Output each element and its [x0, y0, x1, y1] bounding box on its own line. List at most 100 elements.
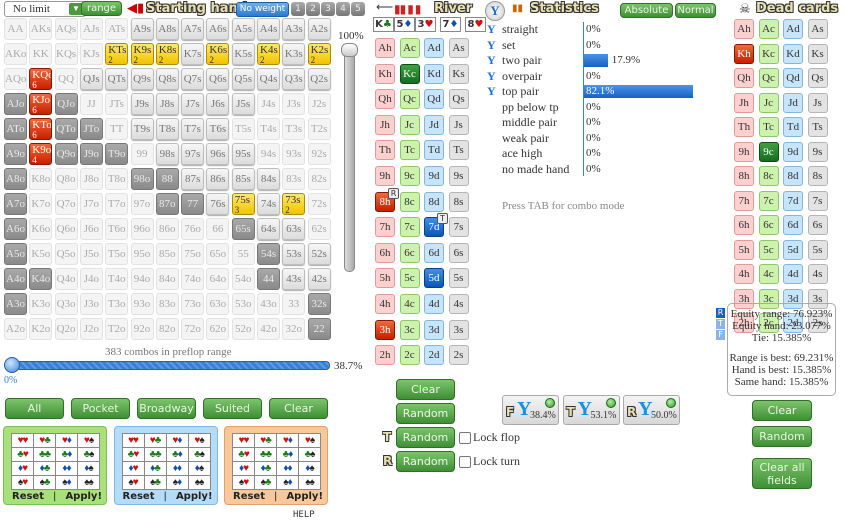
- range-cell[interactable]: T7o: [105, 193, 129, 215]
- board-card-slot[interactable]: 3♥: [415, 17, 436, 32]
- range-cell[interactable]: 44: [257, 268, 280, 290]
- range-cell[interactable]: K6s 2: [206, 43, 230, 65]
- suit-combo-hc[interactable]: ♥♣: [33, 433, 56, 448]
- board-card-6d[interactable]: 6d: [424, 242, 444, 263]
- range-cell[interactable]: Q7o: [54, 193, 78, 215]
- range-cell[interactable]: KJs: [79, 43, 103, 65]
- suit-combo-cd[interactable]: ♣♦: [55, 447, 78, 462]
- range-clear-button[interactable]: Clear: [269, 398, 328, 419]
- range-cell[interactable]: 63s: [282, 218, 306, 240]
- range-cell[interactable]: J8o: [79, 168, 103, 190]
- range-cell[interactable]: K5o: [29, 243, 53, 265]
- suit-combo-cs[interactable]: ♣♠: [187, 447, 211, 462]
- suit-reset-link[interactable]: Reset: [12, 491, 44, 502]
- range-cell[interactable]: K9o 4: [29, 143, 53, 165]
- suit-combo-ds[interactable]: ♦♠: [298, 461, 321, 476]
- weight-level-3[interactable]: 3: [321, 2, 335, 16]
- range-pocket-button[interactable]: Pocket: [71, 398, 130, 419]
- suit-combo-dd[interactable]: ♦♦: [165, 461, 189, 476]
- range-cell[interactable]: 99: [130, 143, 154, 165]
- dead-card-kc[interactable]: Kc: [758, 43, 779, 64]
- suit-combo-dc[interactable]: ♦♣: [254, 461, 277, 476]
- board-card-8c[interactable]: 8c: [399, 191, 420, 212]
- suit-apply-link[interactable]: Apply!: [65, 491, 102, 502]
- range-cell[interactable]: J5s: [231, 93, 255, 115]
- range-cell[interactable]: 73o: [181, 293, 205, 315]
- suit-combo-hd[interactable]: ♥♦: [276, 433, 299, 448]
- dead-card-as[interactable]: As: [807, 19, 828, 39]
- range-cell[interactable]: 32s: [307, 293, 331, 315]
- dead-card-ah[interactable]: Ah: [734, 19, 754, 39]
- dead-card-th[interactable]: Th: [734, 117, 754, 137]
- range-cell[interactable]: 72o: [181, 318, 205, 340]
- range-cell[interactable]: A7s: [181, 18, 205, 40]
- range-cell[interactable]: 87s: [181, 168, 205, 190]
- range-cell[interactable]: 84s: [257, 168, 280, 190]
- range-cell[interactable]: KJo 6: [29, 93, 53, 115]
- range-broadway-button[interactable]: Broadway: [137, 398, 196, 419]
- filter-icon[interactable]: Y: [487, 84, 496, 99]
- range-cell[interactable]: 54s: [257, 243, 280, 265]
- suit-combo-ss[interactable]: ♠♠: [77, 475, 100, 490]
- dead-card-8s[interactable]: 8s: [807, 166, 828, 186]
- range-cell[interactable]: 62o: [206, 318, 230, 340]
- range-cell[interactable]: 96o: [130, 218, 154, 240]
- range-cell[interactable]: ATo: [4, 118, 27, 140]
- range-cell[interactable]: 82o: [155, 318, 179, 340]
- dead-card-qd[interactable]: Qd: [783, 68, 803, 88]
- dead-card-ks[interactable]: Ks: [807, 43, 828, 64]
- filter-icon[interactable]: Y: [487, 53, 496, 68]
- board-card-9s[interactable]: 9s: [448, 166, 469, 186]
- range-cell[interactable]: T9o: [105, 143, 129, 165]
- board-card-ad[interactable]: Ad: [424, 38, 444, 58]
- range-cell[interactable]: 75s 3: [231, 193, 255, 215]
- range-cell[interactable]: K9s 2: [130, 43, 154, 65]
- filter-icon[interactable]: Y: [487, 69, 496, 84]
- range-cell[interactable]: Q6o: [54, 218, 78, 240]
- dead-card-qc[interactable]: Qc: [758, 68, 779, 88]
- suit-combo-sc[interactable]: ♠♣: [143, 475, 167, 490]
- suit-combo-hs[interactable]: ♥♠: [298, 433, 321, 448]
- board-card-slot[interactable]: 8♥: [465, 17, 486, 32]
- dead-card-jc[interactable]: Jc: [758, 92, 779, 113]
- range-cell[interactable]: Q5s: [231, 68, 255, 90]
- range-cell[interactable]: K8o: [29, 168, 53, 190]
- suit-combo-sh[interactable]: ♠♥: [11, 475, 34, 490]
- range-cell[interactable]: JJ: [79, 93, 103, 115]
- range-cell[interactable]: T6o: [105, 218, 129, 240]
- dead-card-qh[interactable]: Qh: [734, 68, 754, 88]
- range-cell[interactable]: JTs: [105, 93, 129, 115]
- dead-clear-button[interactable]: Clear: [752, 400, 812, 421]
- board-card-ts[interactable]: Ts: [448, 140, 469, 161]
- range-cell[interactable]: 72s: [307, 193, 331, 215]
- dead-card-qs[interactable]: Qs: [807, 68, 828, 88]
- dead-card-ad[interactable]: Ad: [783, 19, 803, 39]
- turn-random-button[interactable]: Random: [396, 427, 455, 448]
- range-cell[interactable]: 83s: [282, 168, 306, 190]
- dead-card-7h[interactable]: 7h: [734, 190, 754, 211]
- range-cell[interactable]: K3o: [29, 293, 53, 315]
- range-cell[interactable]: A6s: [206, 18, 230, 40]
- street-tab-r[interactable]: R: [716, 308, 725, 318]
- suit-combo-hd[interactable]: ♥♦: [55, 433, 78, 448]
- dead-card-5d[interactable]: 5d: [783, 239, 803, 260]
- range-cell[interactable]: K7s: [181, 43, 205, 65]
- lock-turn-checkbox[interactable]: [459, 456, 471, 468]
- range-cell[interactable]: T8o: [105, 168, 129, 190]
- board-card-6h[interactable]: 6h: [375, 242, 395, 263]
- range-cell[interactable]: 97s: [181, 143, 205, 165]
- board-card-3s[interactable]: 3s: [448, 319, 469, 340]
- range-cell[interactable]: T2o: [105, 318, 129, 340]
- suit-combo-sd[interactable]: ♠♦: [55, 475, 78, 490]
- board-card-4s[interactable]: 4s: [448, 294, 469, 314]
- range-cell[interactable]: J3o: [79, 293, 103, 315]
- board-card-2c[interactable]: 2c: [399, 345, 420, 366]
- range-cell[interactable]: QTs: [105, 68, 129, 90]
- range-cell[interactable]: 53o: [231, 293, 255, 315]
- range-cell[interactable]: 63o: [206, 293, 230, 315]
- board-card-5h[interactable]: 5h: [375, 268, 395, 289]
- range-cell[interactable]: 64o: [206, 268, 230, 290]
- board-card-9h[interactable]: 9h: [375, 166, 395, 186]
- range-cell[interactable]: 55: [231, 243, 255, 265]
- range-cell[interactable]: 86s: [206, 168, 230, 190]
